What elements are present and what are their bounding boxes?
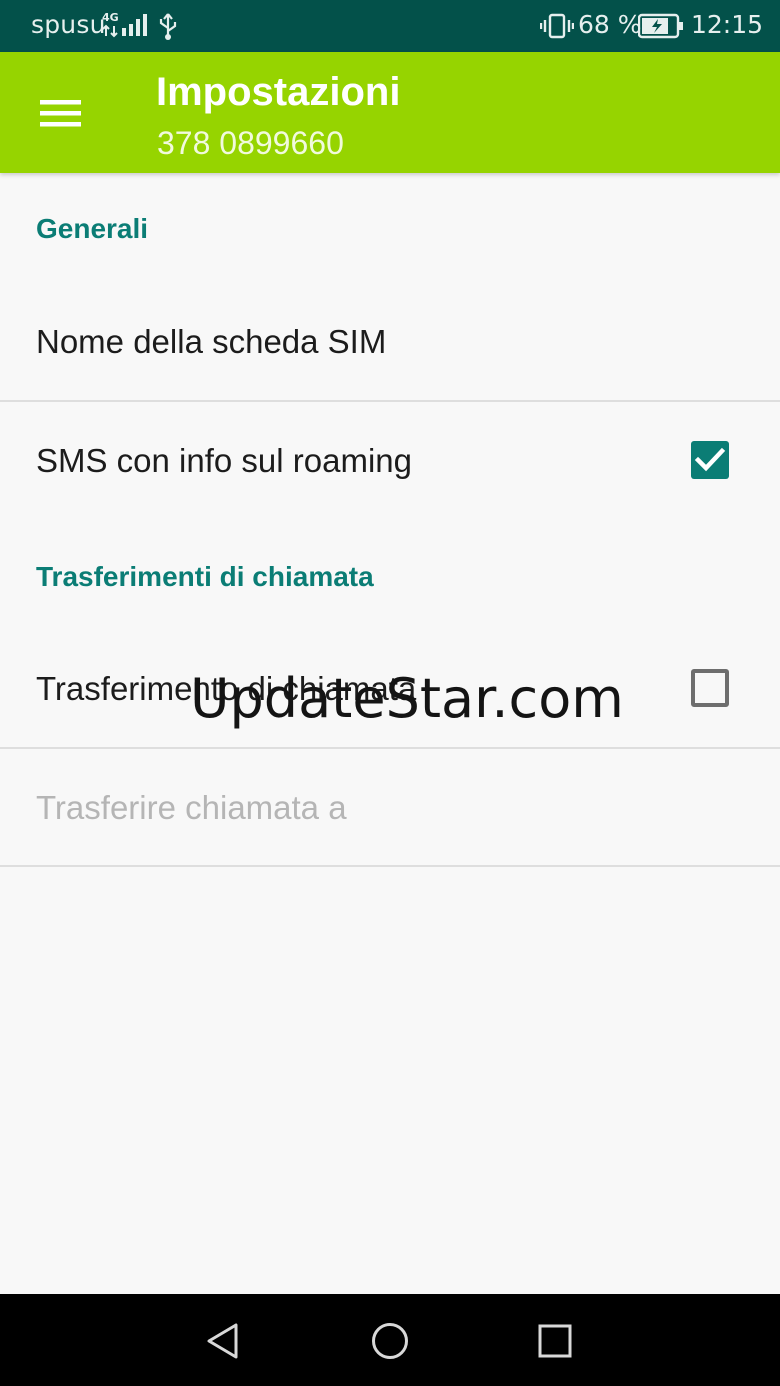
menu-button[interactable] bbox=[26, 82, 94, 142]
setting-forward-to: Trasferire chiamata a bbox=[0, 749, 780, 865]
status-bar: spusu 4G 68 % 12:15 bbox=[0, 0, 780, 52]
recents-button[interactable] bbox=[530, 1316, 580, 1366]
call-forwarding-checkbox[interactable] bbox=[691, 669, 729, 707]
signal-icon: 4G bbox=[102, 11, 147, 38]
status-clock: 12:15 bbox=[691, 10, 764, 39]
setting-roaming-sms[interactable]: SMS con info sul roaming bbox=[0, 402, 780, 520]
phone-number-subtitle: 378 0899660 bbox=[157, 125, 344, 161]
battery-charging-icon bbox=[638, 13, 683, 39]
section-header-general: Generali bbox=[36, 213, 149, 244]
page-title: Impostazioni bbox=[156, 70, 401, 114]
section-header-call-forwarding: Trasferimenti di chiamata bbox=[36, 561, 374, 592]
check-icon bbox=[694, 447, 726, 472]
home-icon bbox=[372, 1323, 408, 1359]
navigation-bar bbox=[0, 1294, 780, 1386]
watermark-text: UpdateStar.com bbox=[190, 667, 624, 730]
back-icon bbox=[207, 1323, 238, 1359]
divider bbox=[0, 865, 780, 867]
app-bar: Impostazioni 378 0899660 bbox=[0, 52, 780, 173]
network-type-label: 4G bbox=[102, 11, 119, 24]
menu-icon bbox=[40, 100, 81, 127]
setting-sim-name-label: Nome della scheda SIM bbox=[36, 323, 387, 360]
back-button[interactable] bbox=[198, 1316, 248, 1366]
home-button[interactable] bbox=[365, 1316, 415, 1366]
vibrate-icon bbox=[540, 13, 574, 39]
usb-icon bbox=[159, 13, 177, 40]
setting-forward-to-label: Trasferire chiamata a bbox=[36, 789, 347, 826]
recents-icon bbox=[538, 1324, 572, 1358]
carrier-name: spusu bbox=[31, 10, 106, 39]
roaming-sms-checkbox[interactable] bbox=[691, 441, 729, 479]
setting-sim-name[interactable]: Nome della scheda SIM bbox=[0, 283, 780, 401]
battery-percent: 68 % bbox=[578, 10, 642, 39]
setting-roaming-sms-label: SMS con info sul roaming bbox=[36, 442, 413, 479]
